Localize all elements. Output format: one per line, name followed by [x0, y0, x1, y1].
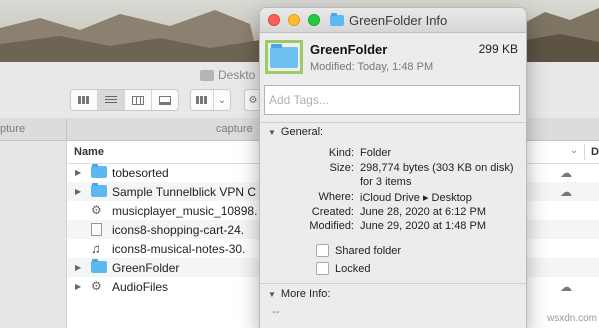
group-dropdown[interactable]: ⌄ — [214, 90, 230, 110]
modified-row: Modified: June 29, 2020 at 1:48 PM — [260, 220, 526, 234]
checkbox-box[interactable] — [316, 244, 329, 257]
folder-icon — [91, 259, 107, 274]
gallery-view-button[interactable] — [152, 90, 178, 110]
gear-icon: ⚙ — [248, 94, 258, 106]
info-titlebar: GreenFolder Info — [260, 8, 526, 33]
document-icon — [91, 223, 107, 236]
folder-icon — [91, 164, 107, 179]
created-row: Created: June 28, 2020 at 6:12 PM — [260, 206, 526, 220]
general-section-toggle[interactable]: ▼ General: — [268, 126, 323, 138]
modified-label: Modified: — [309, 220, 354, 232]
disclosure-triangle-down-icon: ▼ — [268, 127, 276, 137]
cloud-download-icon[interactable]: ☁ — [560, 166, 572, 180]
folder-icon — [91, 183, 107, 198]
zoom-button[interactable] — [308, 14, 320, 26]
file-name: GreenFolder — [112, 260, 180, 275]
sort-chevron-icon: ⌄ — [570, 145, 579, 156]
file-name: icons8-musical-notes-30. — [112, 241, 246, 256]
list-icon — [105, 95, 117, 105]
tab-divider — [66, 118, 67, 140]
disclosure-triangle-icon[interactable]: ▶ — [75, 168, 85, 177]
tab-left[interactable]: pture — [0, 123, 25, 135]
shared-folder-checkbox[interactable]: Shared folder — [316, 244, 401, 257]
column-header-name[interactable]: Name — [74, 146, 104, 158]
file-name: musicplayer_music_10898. — [112, 203, 258, 218]
minimize-button[interactable] — [288, 14, 300, 26]
size-label: Size: — [329, 162, 354, 174]
kind-value: Folder — [360, 147, 392, 159]
group-button[interactable] — [191, 90, 214, 110]
gear-file-icon: ⚙ — [91, 279, 102, 293]
file-name: tobesorted — [112, 165, 169, 180]
grid-icon — [78, 96, 90, 104]
finder-sidebar — [0, 141, 67, 328]
action-button[interactable]: ⚙ — [244, 89, 261, 111]
file-name: AudioFiles — [112, 279, 169, 294]
kind-row: Kind: Folder — [260, 147, 526, 161]
size-row: Size: 298,774 bytes (303 KB on disk) — [260, 162, 526, 176]
folder-icon — [200, 69, 214, 81]
cloud-download-icon[interactable]: ☁ — [560, 185, 572, 199]
general-section-label: General: — [280, 126, 324, 138]
folder-icon — [270, 43, 298, 68]
size-row-continued: for 3 items — [260, 176, 526, 190]
more-info-value: -- — [272, 306, 280, 318]
chevron-down-icon: ⌄ — [217, 94, 227, 106]
disclosure-triangle-icon[interactable]: ▶ — [75, 263, 85, 272]
where-row: Where: iCloud Drive ▸ Desktop — [260, 191, 526, 205]
columns-icon — [132, 95, 144, 105]
size-value: 298,774 bytes (303 KB on disk) — [360, 162, 514, 174]
disclosure-triangle-icon[interactable]: ▶ — [75, 282, 85, 291]
more-info-section-toggle[interactable]: ▼ More Info: — [268, 288, 330, 300]
modified-value: June 29, 2020 at 1:48 PM — [360, 220, 486, 232]
tab-capture[interactable]: capture — [216, 123, 253, 135]
folder-icon — [330, 13, 344, 26]
section-divider — [260, 283, 526, 284]
folder-preview-icon[interactable] — [265, 40, 303, 74]
close-button[interactable] — [268, 14, 280, 26]
checkbox-box[interactable] — [316, 262, 329, 275]
created-label: Created: — [311, 206, 354, 218]
more-info-label: More Info: — [280, 288, 331, 300]
info-window-title: GreenFolder Info — [330, 13, 447, 28]
music-note-icon: ♫ — [91, 241, 101, 256]
tags-input[interactable] — [264, 85, 520, 115]
item-size: 299 KB — [478, 42, 518, 56]
locked-label: Locked — [335, 262, 371, 275]
gallery-icon — [159, 95, 171, 105]
item-modified-summary: Modified: Today, 1:48 PM — [310, 61, 434, 73]
list-view-button[interactable] — [98, 90, 125, 110]
file-name: Sample Tunnelblick VPN C — [112, 184, 257, 199]
item-name: GreenFolder — [310, 42, 388, 57]
kind-label: Kind: — [328, 147, 354, 159]
gear-file-icon: ⚙ — [91, 203, 102, 217]
file-name: icons8-shopping-cart-24. — [112, 222, 245, 237]
where-label: Where: — [318, 191, 354, 203]
where-value: iCloud Drive ▸ Desktop — [360, 192, 472, 204]
column-divider — [584, 144, 585, 160]
created-value: June 28, 2020 at 6:12 PM — [360, 206, 486, 218]
section-divider — [260, 122, 526, 123]
disclosure-triangle-down-icon: ▼ — [268, 289, 276, 299]
column-view-button[interactable] — [125, 90, 152, 110]
info-title-text: GreenFolder Info — [349, 13, 448, 28]
watermark: wsxdn.com — [546, 313, 597, 324]
column-header-date[interactable]: D — [591, 146, 599, 158]
shared-folder-label: Shared folder — [335, 244, 402, 257]
cloud-download-icon[interactable]: ☁ — [560, 280, 572, 294]
finder-window-title: Deskto — [200, 68, 255, 82]
info-window: GreenFolder Info GreenFolder 299 KB Modi… — [260, 8, 526, 328]
icon-view-button[interactable] — [71, 90, 98, 110]
locked-checkbox[interactable]: Locked — [316, 262, 370, 275]
view-mode-segmented-control — [70, 89, 179, 111]
grid-icon — [196, 96, 208, 104]
size-value-items: for 3 items — [360, 176, 412, 188]
finder-title-text: Deskto — [218, 68, 256, 82]
disclosure-triangle-icon[interactable]: ▶ — [75, 187, 85, 196]
group-by-control: ⌄ — [190, 89, 231, 111]
